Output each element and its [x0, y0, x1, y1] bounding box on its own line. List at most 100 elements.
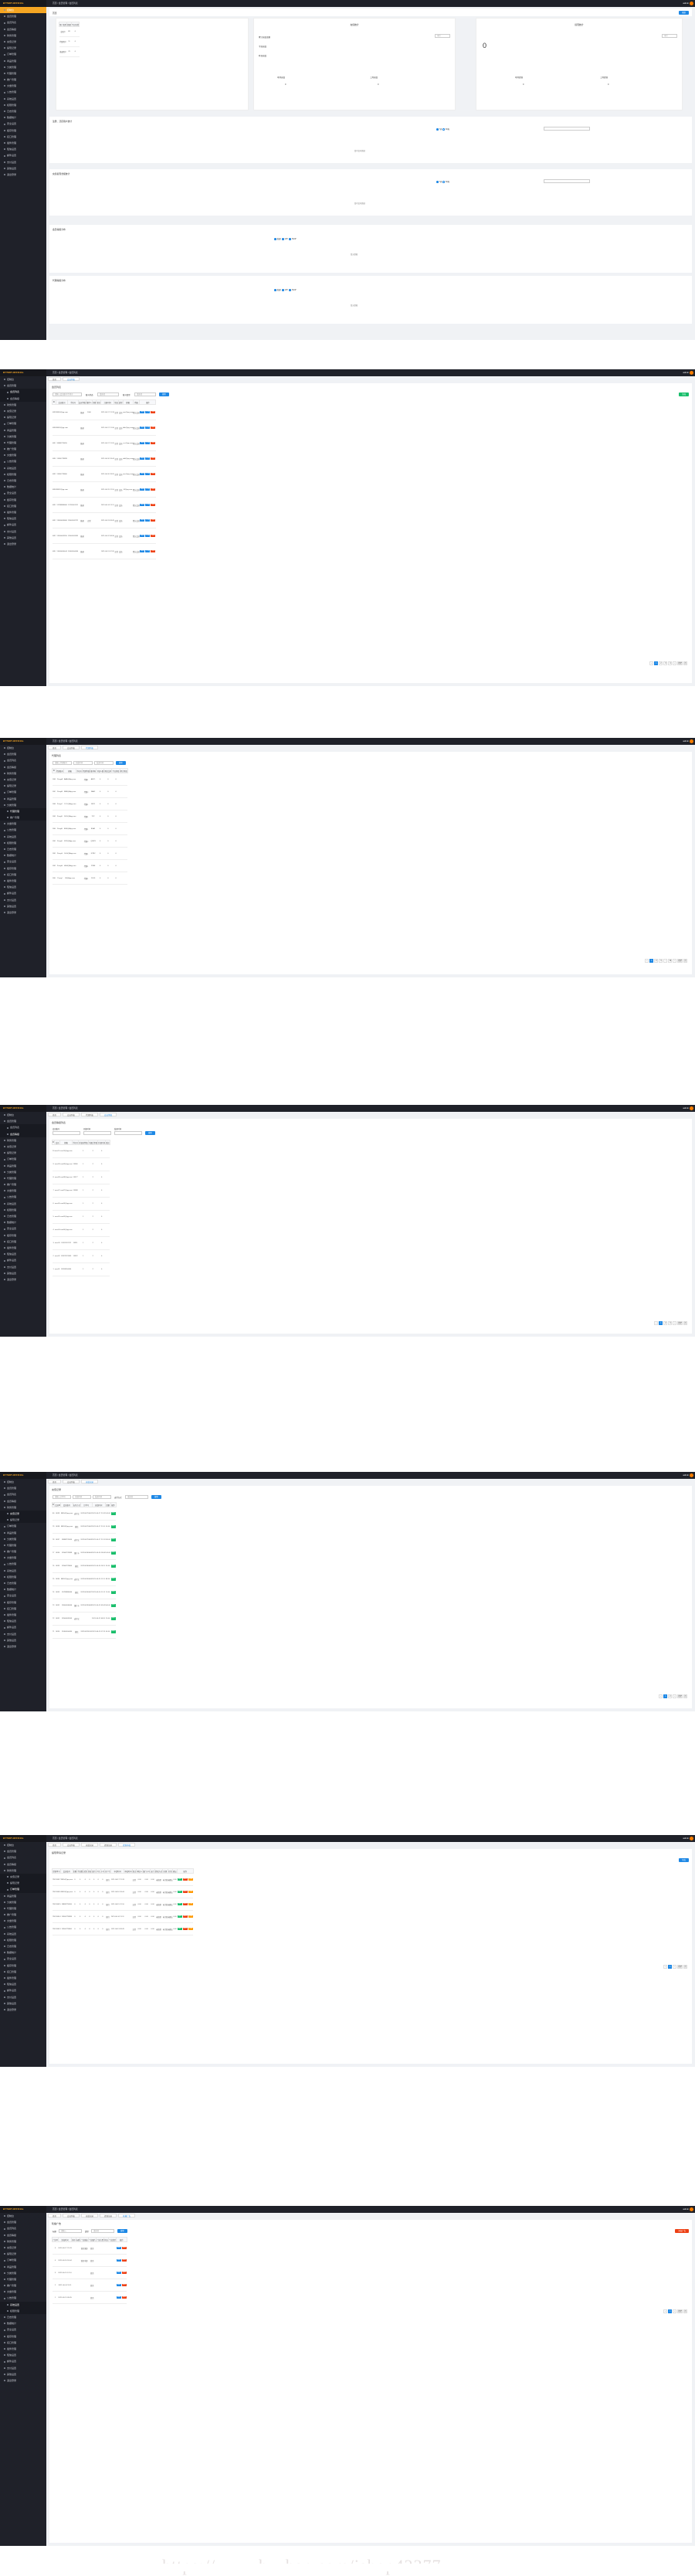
sidebar-item[interactable]: 分类管理: [0, 433, 46, 440]
pay-method-select[interactable]: 请选择: [125, 1495, 148, 1499]
sidebar-item[interactable]: 控制台: [0, 2213, 46, 2219]
sidebar-item[interactable]: 缓存管理: [0, 1232, 46, 1239]
search-input[interactable]: [83, 1131, 111, 1135]
table-row[interactable]: T20210614 13566778899 0 0 0 0 0 0 0 银行 2021-06-14 …: [52, 1910, 194, 1923]
row-action-button[interactable]: 编辑: [140, 426, 145, 430]
sidebar-item[interactable]: 日志管理: [0, 2314, 46, 2320]
tab[interactable]: 轮播广告: [118, 2214, 136, 2217]
sidebar-item[interactable]: 数据统计: [0, 1949, 46, 1956]
sidebar-item[interactable]: 权限管理: [0, 2307, 46, 2314]
sidebar-item[interactable]: 推广管理: [0, 1548, 46, 1555]
tab[interactable]: 会员列表: [63, 377, 80, 381]
sidebar-item[interactable]: 数据统计: [0, 1586, 46, 1592]
tab[interactable]: 提现记录: [100, 2214, 117, 2217]
tab[interactable]: 代理列表: [81, 746, 99, 749]
row-action-button[interactable]: 拒绝: [182, 1902, 188, 1906]
row-action-button[interactable]: 详情: [145, 426, 151, 430]
sidebar-item[interactable]: 接口管理: [0, 2340, 46, 2346]
row-action-button[interactable]: 通过: [177, 1927, 182, 1931]
sidebar-item[interactable]: 邮件设置: [0, 1624, 46, 1630]
sidebar-item[interactable]: 接口管理: [0, 134, 46, 140]
tab[interactable]: 充值记录: [81, 1843, 99, 1847]
sidebar-item[interactable]: 缓存管理: [0, 1963, 46, 1969]
page-button[interactable]: 页: [683, 661, 687, 665]
table-row[interactable]: 2045 ProxyD DDD@Aqq.com 代理1 7XY 0 0 0: [52, 810, 128, 823]
table-row[interactable]: T20210617 88654@qq.com 0 0 0 0 0 0 0 银行 2021-06-17…: [52, 1873, 194, 1886]
row-action-button[interactable]: 删除: [151, 457, 156, 460]
tab[interactable]: 提现审核: [118, 1843, 136, 1847]
sidebar-item[interactable]: 会员列表: [0, 389, 46, 396]
row-action-button[interactable]: 删除: [121, 2296, 127, 2299]
page-button[interactable]: 10: [668, 959, 673, 963]
table-row[interactable]: 79 8038 88653@qq.com 微信 202106170002 2021-06-…: [52, 1520, 117, 1534]
sidebar-item[interactable]: 短信设置: [0, 1251, 46, 1257]
sidebar-item[interactable]: 公告管理: [0, 458, 46, 464]
sidebar-item[interactable]: 系统设置: [0, 2301, 46, 2308]
table-row[interactable]: 73 8032 13600006666 银行卡 202106130008 2021-06-…: [52, 1599, 117, 1613]
sidebar-item[interactable]: 日志管理: [0, 477, 46, 484]
sidebar-item[interactable]: 订单管理: [0, 789, 46, 795]
end-time-input[interactable]: 结束时间: [93, 1495, 111, 1499]
page-button[interactable]: 页: [683, 959, 687, 963]
table-row[interactable]: 8033 13788886666 13700001111 普通 2021-06-14 1…: [52, 497, 156, 513]
page-button[interactable]: 1: [649, 959, 654, 963]
sidebar-item[interactable]: 缓存管理: [0, 865, 46, 872]
sidebar-item[interactable]: 权限管理: [0, 840, 46, 846]
user-name[interactable]: admin: [683, 369, 689, 376]
title-search-input[interactable]: 请输入: [59, 2229, 82, 2233]
row-action-button[interactable]: 删除: [121, 2258, 127, 2262]
row-action-button[interactable]: 拒绝: [182, 1915, 188, 1918]
sidebar-item[interactable]: 其他设置: [0, 1637, 46, 1643]
page-button[interactable]: 3: [668, 1321, 673, 1325]
tab[interactable]: 充值记录: [81, 1480, 99, 1483]
page-button[interactable]: ‹: [649, 661, 654, 665]
page-button[interactable]: 1: [663, 1694, 668, 1698]
sidebar-item[interactable]: 支付设置: [0, 1994, 46, 2000]
tab[interactable]: 首页: [48, 1113, 62, 1116]
page-button[interactable]: ›: [673, 959, 677, 963]
type-select[interactable]: 请选择: [91, 2229, 114, 2233]
sidebar-item[interactable]: 退出登录: [0, 2007, 46, 2013]
order-search-input[interactable]: 请输入订单号: [53, 1495, 71, 1499]
review-button[interactable]: 审核: [110, 1525, 116, 1528]
sidebar-item[interactable]: 短信设置: [0, 1981, 46, 1987]
sidebar-item[interactable]: 支付设置: [0, 897, 46, 903]
sidebar-item[interactable]: 控制台: [0, 1842, 46, 1848]
table-row[interactable]: 80 8039 88654@qq.com 支付宝 202106170001 2021-06…: [52, 1507, 117, 1521]
row-action-button[interactable]: 编辑: [140, 457, 145, 460]
page-button[interactable]: 跳至: [677, 1321, 683, 1325]
avatar[interactable]: [690, 739, 693, 743]
review-button[interactable]: 审核: [110, 1565, 116, 1568]
row-action-button[interactable]: 通过: [177, 1915, 182, 1918]
tab[interactable]: 会员列表: [63, 1113, 80, 1116]
sidebar-item[interactable]: 充值记录: [0, 777, 46, 783]
sidebar-item[interactable]: 接口管理: [0, 872, 46, 878]
tab[interactable]: 会员列表: [63, 2214, 80, 2217]
row-action-button[interactable]: 通过: [177, 1902, 182, 1906]
sidebar-item[interactable]: 插件管理: [0, 878, 46, 884]
table-row[interactable]: 5 2021-06-17 21:33 首页顶部 首页 编辑 删除: [52, 2241, 127, 2255]
table-row[interactable]: 8 user08 user08@qq.com 13577 1 2 0: [52, 1171, 110, 1184]
row-action-button[interactable]: 删除: [151, 518, 156, 522]
sidebar-item[interactable]: 文章管理: [0, 1918, 46, 1924]
sidebar-item[interactable]: 代理管理: [0, 807, 46, 815]
sidebar-item[interactable]: 财务管理: [0, 770, 46, 777]
sidebar-item[interactable]: 邮件设置: [0, 152, 46, 158]
review-button[interactable]: 审核: [110, 1617, 116, 1620]
sidebar-item[interactable]: 会员等级: [0, 26, 46, 32]
table-row[interactable]: 10 user10 user10@qq.com 1 2 0: [52, 1144, 110, 1158]
row-action-button[interactable]: 详情: [145, 549, 151, 553]
start-time-input[interactable]: 开始时间: [73, 1495, 91, 1499]
sidebar-item[interactable]: 接口管理: [0, 1606, 46, 1612]
table-row[interactable]: 74 8033 13788886666 微信 202106140007 2021-06-1…: [52, 1585, 117, 1599]
radio-icon[interactable]: [442, 128, 445, 131]
sidebar-item[interactable]: 权限管理: [0, 102, 46, 108]
review-button[interactable]: 审核: [110, 1551, 116, 1555]
sidebar-item[interactable]: 会员管理: [0, 1485, 46, 1491]
sidebar-item[interactable]: 短信设置: [0, 884, 46, 890]
page-button[interactable]: ›: [673, 2309, 677, 2313]
row-action-button[interactable]: 详情: [188, 1902, 193, 1906]
search-button[interactable]: 搜索: [145, 1131, 155, 1135]
user-name[interactable]: admin: [683, 0, 689, 7]
table-row[interactable]: T20210616 88653@qq.com 0 0 0 0 0 0 0 银行 2021-06-16…: [52, 1885, 194, 1898]
